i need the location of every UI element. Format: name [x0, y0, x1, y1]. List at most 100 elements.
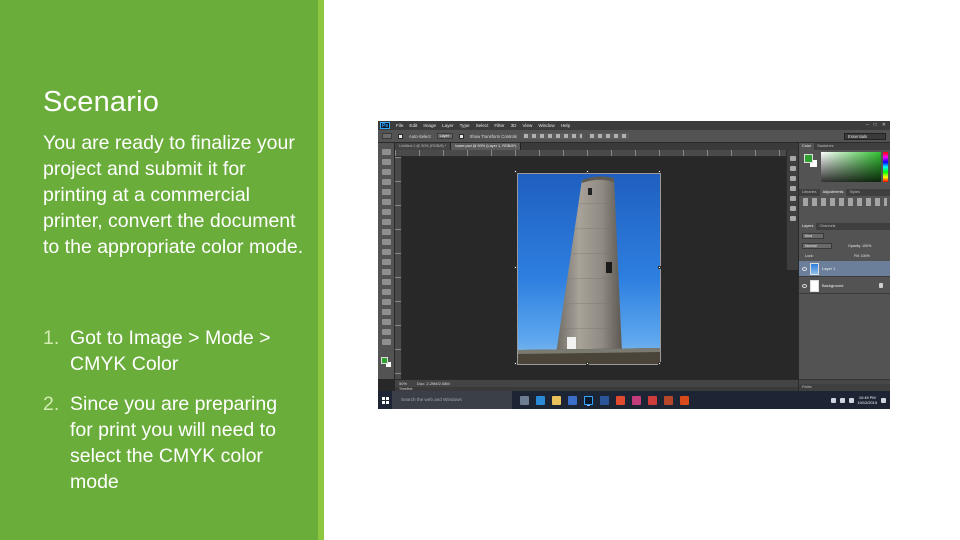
path-select-icon[interactable] [382, 309, 391, 315]
dodge-tool-icon[interactable] [382, 279, 391, 285]
clone-stamp-icon[interactable] [382, 229, 391, 235]
healing-brush-icon[interactable] [382, 209, 391, 215]
store-icon[interactable] [568, 395, 577, 405]
move-tool-preset[interactable] [382, 133, 392, 139]
menu-select[interactable]: Select [473, 123, 492, 128]
app-icon[interactable] [632, 395, 641, 405]
info-icon[interactable] [790, 176, 796, 181]
menu-window[interactable]: Window [535, 123, 557, 128]
properties-icon[interactable] [790, 166, 796, 171]
notifications-icon[interactable] [881, 397, 886, 403]
word-icon[interactable] [600, 395, 609, 405]
transform-handle[interactable] [658, 266, 661, 269]
paragraph-icon[interactable] [790, 206, 796, 211]
menu-view[interactable]: View [519, 123, 535, 128]
chevron-up-icon[interactable] [830, 397, 836, 403]
color-picker-field[interactable] [821, 152, 881, 182]
maximize-icon[interactable]: □ [874, 122, 877, 128]
foreground-color-swatch[interactable] [381, 357, 388, 364]
task-view-icon[interactable] [520, 395, 529, 405]
tab-libraries[interactable]: Libraries [799, 189, 820, 196]
brush-preset-icon[interactable] [790, 186, 796, 191]
powerpoint-icon[interactable] [664, 395, 673, 405]
photoshop-taskbar-icon[interactable] [584, 395, 593, 405]
menu-3d[interactable]: 3D [508, 123, 520, 128]
chrome-icon[interactable] [616, 395, 625, 405]
quick-select-tool-icon[interactable] [382, 179, 391, 185]
layer-name[interactable]: Background [822, 283, 843, 288]
hand-tool-icon[interactable] [382, 329, 391, 335]
crop-tool-icon[interactable] [382, 189, 391, 195]
shape-tool-icon[interactable] [382, 319, 391, 325]
tab-untitled[interactable]: Untitled-1 @ 50% (RGB/8) * [395, 143, 452, 150]
tab-color[interactable]: Color [799, 143, 815, 150]
navigator-icon[interactable] [790, 216, 796, 221]
tab-swatches[interactable]: Swatches [814, 143, 836, 150]
zoom-tool-icon[interactable] [382, 339, 391, 345]
auto-select-checkbox[interactable] [398, 133, 403, 139]
eye-icon[interactable] [802, 283, 807, 288]
history-icon[interactable] [790, 156, 796, 161]
layer-filter-kind[interactable]: Kind [802, 233, 824, 239]
windows-start-icon[interactable] [378, 391, 392, 409]
transform-handle[interactable] [514, 170, 517, 173]
gradient-tool-icon[interactable] [382, 259, 391, 265]
history-brush-icon[interactable] [382, 239, 391, 245]
taskbar-search-input[interactable]: Search the web and Windows [392, 391, 512, 409]
transform-handle[interactable] [658, 362, 661, 365]
transform-handle[interactable] [514, 266, 517, 269]
blend-mode-select[interactable]: Normal [802, 243, 832, 249]
menu-filter[interactable]: Filter [491, 123, 507, 128]
network-icon[interactable] [839, 397, 845, 403]
transform-handle[interactable] [586, 362, 589, 365]
layer-row[interactable]: Layer 1 [799, 261, 890, 277]
menu-file[interactable]: File [393, 123, 406, 128]
show-transform-checkbox[interactable] [458, 133, 464, 139]
tab-channels[interactable]: Channels [816, 223, 838, 230]
volume-icon[interactable] [848, 397, 854, 403]
character-icon[interactable] [790, 196, 796, 201]
panel-foreground-swatch[interactable] [804, 154, 813, 163]
edge-icon[interactable] [536, 395, 545, 405]
file-explorer-icon[interactable] [552, 395, 561, 405]
eyedropper-tool-icon[interactable] [382, 199, 391, 205]
zoom-level[interactable]: 50% [399, 381, 407, 386]
marquee-tool-icon[interactable] [382, 159, 391, 165]
minimize-icon[interactable]: – [866, 122, 869, 128]
blur-tool-icon[interactable] [382, 269, 391, 275]
workspace-select[interactable]: Essentials [844, 133, 886, 140]
tab-adjustments[interactable]: Adjustments [819, 189, 847, 196]
3d-mode-buttons[interactable] [588, 133, 629, 139]
menu-image[interactable]: Image [420, 123, 439, 128]
tab-styles[interactable]: Styles [846, 189, 862, 196]
taskbar-clock[interactable]: 10:49 PM 10/12/2015 [858, 395, 877, 405]
eraser-tool-icon[interactable] [382, 249, 391, 255]
tab-tower[interactable]: tower.psd @ 50% (Layer 1, RGB/8*) [451, 143, 522, 150]
hue-slider[interactable] [883, 152, 888, 182]
auto-select-target-select[interactable]: Layer [436, 133, 453, 139]
layer-name[interactable]: Layer 1 [822, 266, 835, 271]
tab-paths[interactable]: Paths [799, 384, 815, 391]
align-buttons[interactable] [522, 133, 583, 139]
fill-field[interactable]: Fill: 100% [851, 253, 887, 259]
menu-type[interactable]: Type [457, 123, 473, 128]
transform-handle[interactable] [586, 170, 589, 173]
eye-icon[interactable] [802, 266, 807, 271]
transform-handle[interactable] [658, 170, 661, 173]
office-icon[interactable] [680, 395, 689, 405]
close-icon[interactable]: ✕ [882, 122, 886, 128]
brush-tool-icon[interactable] [382, 219, 391, 225]
opacity-field[interactable]: Opacity: 100% [845, 243, 887, 249]
menu-layer[interactable]: Layer [439, 123, 457, 128]
tower-photo[interactable] [517, 173, 661, 365]
transform-handle[interactable] [514, 362, 517, 365]
tab-layers[interactable]: Layers [799, 223, 817, 230]
layer-row[interactable]: Background [799, 278, 890, 294]
adjustment-icons[interactable] [803, 198, 887, 206]
move-tool-icon[interactable] [382, 149, 391, 155]
pen-tool-icon[interactable] [382, 289, 391, 295]
menu-edit[interactable]: Edit [406, 123, 420, 128]
access-icon[interactable] [648, 395, 657, 405]
type-tool-icon[interactable] [382, 299, 391, 305]
lasso-tool-icon[interactable] [382, 169, 391, 175]
